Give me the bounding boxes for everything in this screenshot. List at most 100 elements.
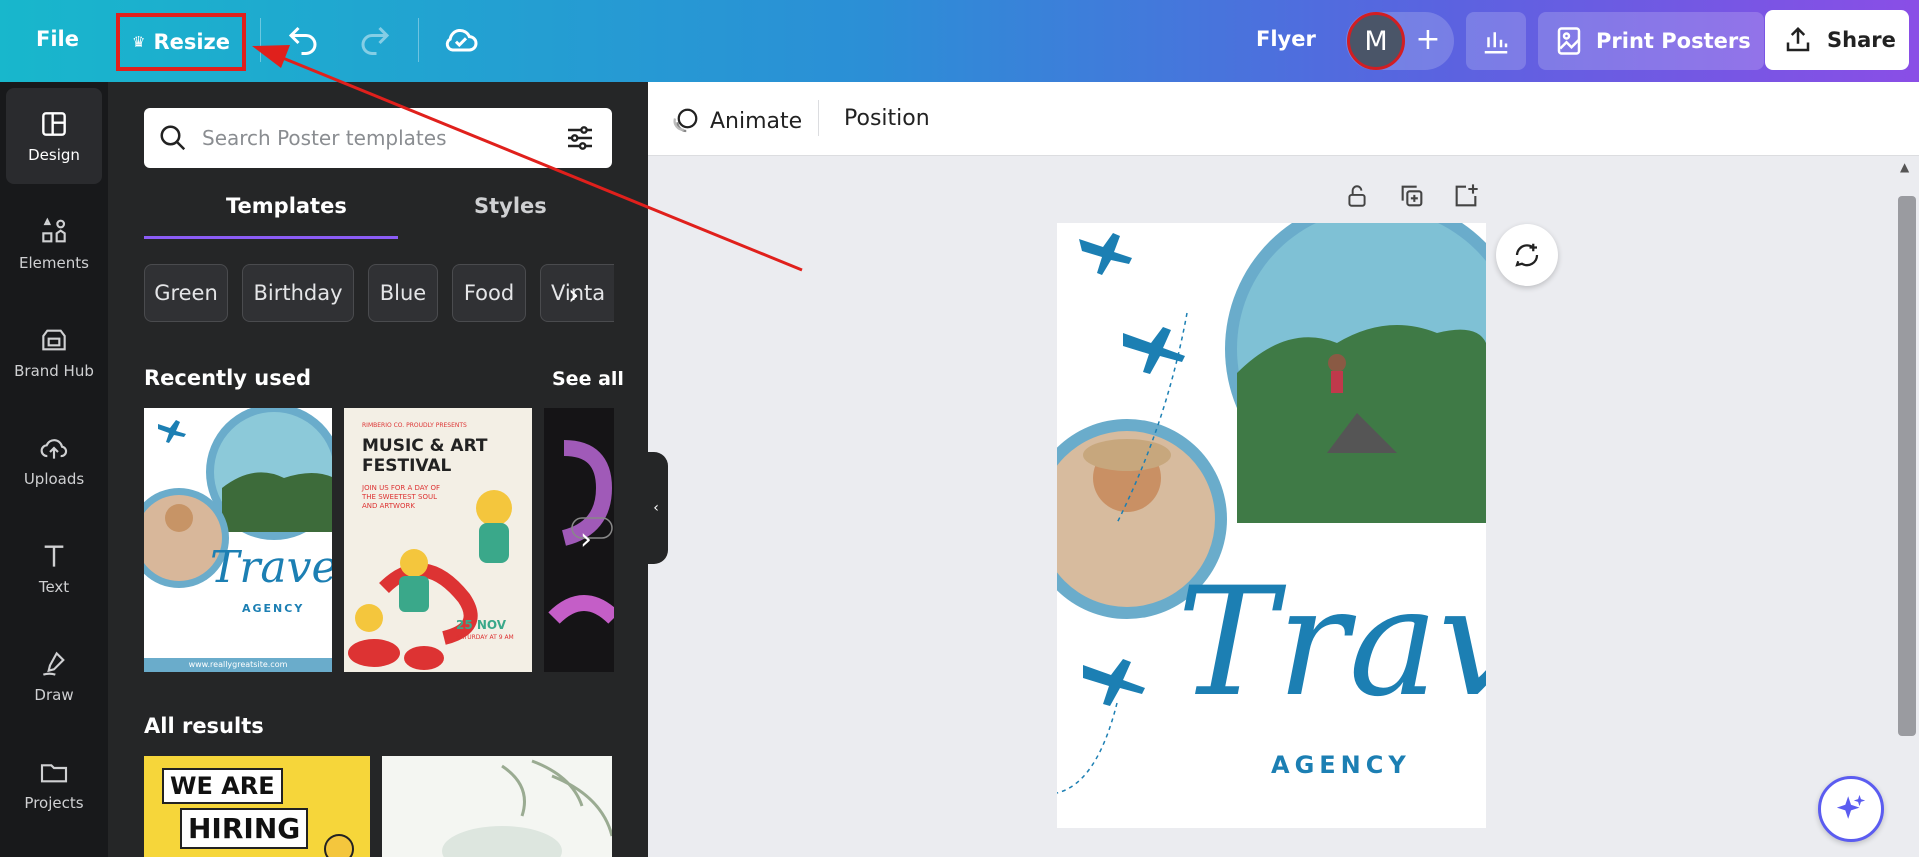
left-rail: Design Elements Brand Hub Uploads Text D… <box>0 82 108 857</box>
redo-icon[interactable] <box>357 22 393 62</box>
divider <box>260 18 261 62</box>
filter-chips: Green Birthday Blue Food Vinta <box>144 264 614 324</box>
chevron-right-icon[interactable]: › <box>568 278 579 311</box>
thumb-hiring-line2: HIRING <box>180 808 309 849</box>
thumb-hiring-line1: WE ARE <box>162 768 283 804</box>
template-thumb-floral[interactable] <box>382 756 612 857</box>
rail-label: Elements <box>19 254 89 272</box>
scroll-up-icon[interactable]: ▲ <box>1900 160 1909 174</box>
avatar[interactable]: M <box>1347 12 1405 70</box>
tab-templates[interactable]: Templates <box>226 194 347 218</box>
thumb-travel-url: www.reallygreatsite.com <box>144 658 332 672</box>
active-tab-indicator <box>144 236 398 239</box>
rail-item-text[interactable]: Text <box>6 520 102 616</box>
print-posters-button[interactable]: Print Posters <box>1538 12 1764 70</box>
folder-icon <box>40 764 68 783</box>
rail-label: Projects <box>24 794 84 812</box>
undo-icon[interactable] <box>285 22 321 62</box>
filter-sliders-icon[interactable] <box>564 122 596 158</box>
bar-chart-icon <box>1484 32 1508 54</box>
poster-title[interactable]: Travel <box>1177 563 1486 723</box>
position-label: Position <box>844 106 930 131</box>
animate-label: Animate <box>710 108 803 134</box>
thumb-festival-date: 25 NOV <box>456 618 507 632</box>
thumb-festival-date-sub: SATURDAY AT 9 AM <box>456 634 514 641</box>
chip-green[interactable]: Green <box>144 264 228 322</box>
add-page-icon[interactable] <box>1452 182 1480 214</box>
poster-icon <box>1557 27 1581 55</box>
collapse-panel-button[interactable]: ‹ <box>644 452 668 564</box>
crown-icon: ♛ <box>131 33 146 51</box>
template-thumb-dark[interactable] <box>544 408 614 672</box>
top-bar: File ♛ Resize Flyer M + Print Posters Sh… <box>0 0 1919 82</box>
pen-icon <box>42 651 65 676</box>
animate-button[interactable]: Animate <box>670 106 802 136</box>
add-collaborator-icon[interactable]: + <box>1410 22 1446 58</box>
rail-label: Uploads <box>23 470 85 488</box>
rail-item-design[interactable]: Design <box>6 88 102 184</box>
rail-label: Text <box>38 578 70 596</box>
share-label: Share <box>1827 28 1896 52</box>
layout-icon <box>42 112 66 136</box>
animate-icon <box>673 108 698 133</box>
rail-item-brand-hub[interactable]: Brand Hub <box>6 304 102 400</box>
carousel-next-icon[interactable]: › <box>580 522 592 557</box>
brand-icon <box>42 329 66 351</box>
travel-thumb-art <box>144 408 332 588</box>
smiley-icon <box>324 834 354 857</box>
divider <box>418 18 419 62</box>
templates-panel: Templates Styles Green Birthday Blue Foo… <box>108 82 648 857</box>
leaves-art <box>442 759 612 857</box>
cloud-saved-icon[interactable] <box>441 20 481 64</box>
file-menu-button[interactable]: File <box>36 27 79 51</box>
lock-icon[interactable] <box>1344 182 1370 214</box>
dark-thumb-art <box>548 440 614 624</box>
insights-button[interactable] <box>1466 12 1526 70</box>
divider <box>818 100 819 136</box>
chip-birthday[interactable]: Birthday <box>242 264 354 322</box>
resize-label: Resize <box>153 30 231 54</box>
add-comment-icon[interactable] <box>1496 224 1558 286</box>
magic-sparkle-icon[interactable] <box>1818 776 1884 842</box>
share-button[interactable]: Share <box>1765 10 1909 70</box>
duplicate-page-icon[interactable] <box>1398 182 1426 214</box>
text-icon <box>44 545 64 567</box>
thumb-festival-title-1: MUSIC & ART <box>362 436 488 456</box>
position-button[interactable]: Position <box>844 106 930 131</box>
search-box <box>144 108 612 168</box>
panel-tabs: Templates Styles <box>144 194 612 239</box>
resize-button[interactable]: ♛ Resize <box>116 13 246 71</box>
cloud-upload-icon <box>40 439 68 459</box>
festival-illustration <box>348 490 512 670</box>
all-results-heading: All results <box>144 714 264 738</box>
rail-item-draw[interactable]: Draw <box>6 628 102 724</box>
template-thumb-hiring[interactable]: WE ARE HIRING <box>144 756 370 857</box>
context-toolbar: Animate Position <box>648 82 1919 156</box>
design-canvas-page[interactable]: Travel AGENCY <box>1057 223 1486 828</box>
print-posters-label: Print Posters <box>1596 29 1751 53</box>
scrollbar-thumb[interactable] <box>1898 196 1916 736</box>
shapes-icon <box>42 217 66 243</box>
search-icon <box>158 123 188 157</box>
search-input[interactable] <box>202 120 542 156</box>
rail-label: Brand Hub <box>14 362 94 380</box>
document-type-label[interactable]: Flyer <box>1256 27 1316 51</box>
see-all-link[interactable]: See all <box>552 368 624 390</box>
thumb-travel-subtitle: AGENCY <box>242 602 305 615</box>
share-upload-icon <box>1786 26 1810 52</box>
rail-item-uploads[interactable]: Uploads <box>6 412 102 508</box>
recently-used-heading: Recently used <box>144 366 312 390</box>
chip-food[interactable]: Food <box>452 264 526 322</box>
chip-blue[interactable]: Blue <box>368 264 438 322</box>
rail-item-projects[interactable]: Projects <box>6 736 102 832</box>
template-thumb-music-festival[interactable]: RIMBERIO CO. PROUDLY PRESENTS MUSIC & AR… <box>344 408 532 672</box>
rail-label: Draw <box>34 686 74 704</box>
template-thumb-travel[interactable]: Travel AGENCY www.reallygreatsite.com <box>144 408 332 672</box>
poster-artwork <box>1057 223 1486 794</box>
thumb-travel-title: Travel <box>210 542 332 593</box>
rail-label: Design <box>28 146 80 164</box>
poster-subtitle[interactable]: AGENCY <box>1271 751 1411 779</box>
thumb-festival-kicker: RIMBERIO CO. PROUDLY PRESENTS <box>362 422 467 429</box>
rail-item-elements[interactable]: Elements <box>6 196 102 292</box>
tab-styles[interactable]: Styles <box>474 194 547 218</box>
